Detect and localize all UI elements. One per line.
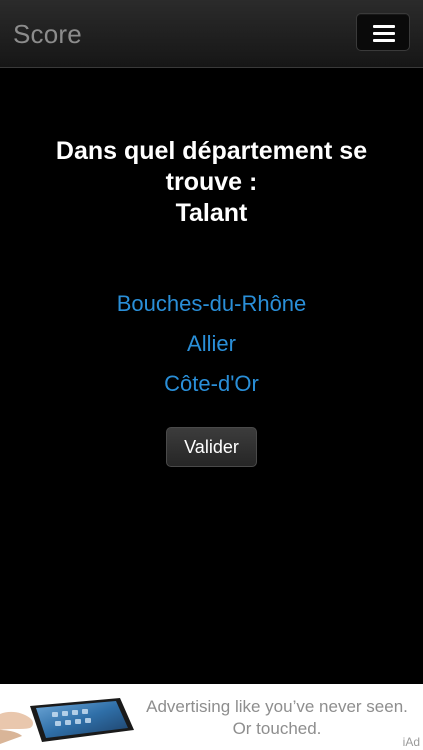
question-prompt: Dans quel département se trouve : <box>55 137 368 196</box>
ad-banner[interactable]: Advertising like you’ve never seen. Or t… <box>0 684 423 750</box>
menu-button[interactable] <box>356 13 410 51</box>
page-title: Score <box>13 19 82 49</box>
answer-list: Bouches-du-Rhône Allier Côte-d'Or <box>0 284 423 404</box>
app-root: Score Dans quel département se trouve : … <box>0 0 423 750</box>
ad-text: Advertising like you’ve never seen. Or t… <box>134 696 420 740</box>
answer-option-1[interactable]: Bouches-du-Rhône <box>0 284 423 324</box>
iad-tag: iAd <box>402 735 420 749</box>
answer-option-2[interactable]: Allier <box>0 324 423 364</box>
validate-button[interactable]: Valider <box>166 427 257 467</box>
question-text: Dans quel département se trouve : Talant <box>20 136 403 229</box>
ad-line-1: Advertising like you’ve never seen. <box>146 697 408 716</box>
header-bar: Score <box>0 0 423 68</box>
question-city: Talant <box>175 199 248 227</box>
answer-option-3[interactable]: Côte-d'Or <box>0 364 423 404</box>
ad-line-2: Or touched. <box>232 719 322 738</box>
tablet-ad-image <box>0 698 134 744</box>
